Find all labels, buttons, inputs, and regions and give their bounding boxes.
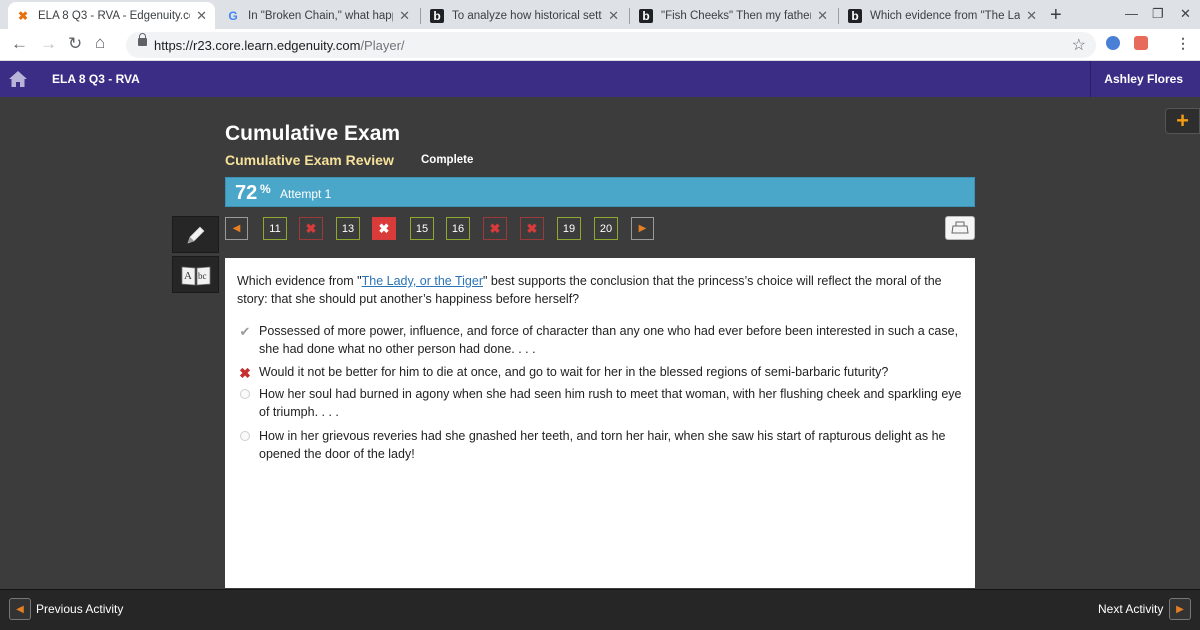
printer-icon	[951, 221, 969, 234]
browser-tab-edgenuity[interactable]: ✖ ELA 8 Q3 - RVA - Edgenuity.com ✕	[8, 2, 215, 29]
tab-separator	[629, 8, 630, 24]
browser-tab-brainly-3[interactable]: b Which evidence from "The Lady, ✕	[840, 2, 1045, 29]
x-icon: ✖	[239, 365, 251, 381]
question-nav-item[interactable]: ✖	[299, 217, 323, 240]
next-activity-button[interactable]: ▶	[1169, 598, 1191, 620]
attempt-label: Attempt 1	[280, 187, 332, 201]
back-icon[interactable]: ←	[11, 34, 28, 54]
answer-text: Possessed of more power, influence, and …	[259, 324, 959, 356]
tab-title: ELA 8 Q3 - RVA - Edgenuity.com	[38, 9, 191, 22]
question-nav-item[interactable]: 19	[557, 217, 581, 240]
home-button[interactable]	[0, 61, 36, 97]
svg-text:bc: bc	[198, 271, 207, 281]
tab-separator	[420, 8, 421, 24]
user-name[interactable]: Ashley Flores	[1104, 72, 1183, 86]
question-nav-item[interactable]: 16	[446, 217, 470, 240]
minimize-icon[interactable]: —	[1125, 6, 1138, 21]
activity-footer: ◀ Previous Activity Next Activity ▶	[0, 589, 1200, 630]
browser-toolbar: ← → ↻ ⌂ https://r23.core.learn.edgenuity…	[0, 29, 1200, 61]
extension-icon[interactable]	[1106, 36, 1120, 50]
question-prompt: Which evidence from "The Lady, or the Ti…	[237, 272, 967, 308]
answer-choice[interactable]: How in her grievous reveries had she gna…	[237, 427, 967, 463]
new-tab-icon[interactable]: +	[1050, 4, 1062, 27]
question-nav-item[interactable]: 15	[410, 217, 434, 240]
tab-title: Which evidence from "The Lady,	[870, 9, 1021, 22]
address-bar[interactable]: https://r23.core.learn.edgenuity.com/Pla…	[126, 32, 1096, 58]
course-title: ELA 8 Q3 - RVA	[52, 72, 140, 86]
answer-text: How her soul had burned in agony when sh…	[259, 387, 962, 419]
triangle-right-icon: ▶	[1176, 603, 1184, 615]
tab-title: "Fish Cheeks" Then my father p	[661, 9, 812, 22]
window-close-icon[interactable]: ✕	[1180, 6, 1191, 22]
restore-icon[interactable]: ❐	[1152, 6, 1164, 22]
radio-icon[interactable]	[240, 431, 250, 441]
question-nav-item[interactable]: ✖	[483, 217, 507, 240]
forward-icon[interactable]: →	[40, 34, 57, 54]
browser-menu-icon[interactable]: ⋮	[1176, 35, 1190, 52]
check-icon: ✔	[239, 324, 251, 339]
question-nav-item[interactable]: 11	[263, 217, 287, 240]
extension-icon[interactable]	[1134, 36, 1148, 50]
tab-title: To analyze how historical settin	[452, 9, 603, 22]
question-nav-item-current[interactable]: ✖	[372, 217, 396, 240]
activity-status: Complete	[421, 154, 474, 166]
google-g-icon: G	[228, 8, 238, 23]
bookmark-star-icon[interactable]: ☆	[1072, 35, 1086, 55]
activity-subtitle: Cumulative Exam Review	[225, 152, 394, 168]
edgenuity-x-icon: ✖	[17, 8, 29, 23]
print-button[interactable]	[945, 216, 975, 240]
reload-icon[interactable]: ↻	[68, 34, 82, 54]
home-icon	[9, 71, 27, 87]
previous-activity-label[interactable]: Previous Activity	[36, 602, 123, 616]
next-activity-label[interactable]: Next Activity	[1098, 602, 1163, 616]
browser-tab-strip: ✖ ELA 8 Q3 - RVA - Edgenuity.com ✕ G In …	[0, 0, 1200, 29]
pencil-tool-button[interactable]	[172, 216, 219, 253]
close-icon[interactable]: ✕	[196, 8, 207, 24]
dictionary-tool-button[interactable]: A bc	[172, 256, 219, 293]
radio-icon[interactable]	[240, 389, 250, 399]
close-icon[interactable]: ✕	[1026, 8, 1037, 24]
dictionary-book-icon: A bc	[181, 266, 210, 285]
question-nav-item[interactable]: ✖	[520, 217, 544, 240]
score-bar: 72 % Attempt 1	[225, 177, 975, 207]
brainly-icon: b	[639, 8, 653, 23]
close-icon[interactable]: ✕	[399, 8, 410, 24]
answer-choice[interactable]: ✔ Possessed of more power, influence, an…	[237, 322, 967, 358]
svg-text:A: A	[184, 270, 192, 282]
answer-choice[interactable]: ✖ Would it not be better for him to die …	[237, 363, 967, 381]
lock-icon	[138, 33, 147, 46]
url-path: /Player/	[360, 38, 405, 53]
url-text: https://r23.core.learn.edgenuity.com/Pla…	[154, 38, 405, 53]
browser-tab-brainly-1[interactable]: b To analyze how historical settin ✕	[422, 2, 627, 29]
answer-text: Would it not be better for him to die at…	[259, 365, 889, 379]
triangle-left-icon: ◀	[16, 603, 24, 615]
answer-choice[interactable]: How her soul had burned in agony when sh…	[237, 385, 967, 421]
question-nav-item[interactable]: 20	[594, 217, 618, 240]
score-unit: %	[260, 182, 271, 196]
close-icon[interactable]: ✕	[817, 8, 828, 24]
close-icon[interactable]: ✕	[608, 8, 619, 24]
previous-question-button[interactable]: ◀	[225, 217, 248, 240]
brainly-icon: b	[848, 8, 862, 23]
tab-separator	[838, 8, 839, 24]
story-link[interactable]: The Lady, or the Tiger	[362, 274, 483, 288]
score-value: 72	[235, 182, 258, 204]
home-icon[interactable]: ⌂	[95, 33, 105, 53]
browser-tab-brainly-2[interactable]: b "Fish Cheeks" Then my father p ✕	[631, 2, 836, 29]
add-icon[interactable]: +	[1165, 108, 1200, 134]
tab-title: In "Broken Chain," what happen	[248, 9, 393, 22]
next-question-button[interactable]: ▶	[631, 217, 654, 240]
brainly-icon: b	[430, 8, 444, 23]
pencil-icon	[187, 226, 204, 243]
page-title: Cumulative Exam	[225, 122, 401, 145]
prompt-text: Which evidence from "	[237, 274, 362, 288]
url-host: https://r23.core.learn.edgenuity.com	[154, 38, 361, 53]
question-panel: Which evidence from "The Lady, or the Ti…	[225, 258, 975, 588]
header-divider	[1090, 61, 1091, 97]
answer-text: How in her grievous reveries had she gna…	[259, 429, 946, 461]
question-nav-item[interactable]: 13	[336, 217, 360, 240]
app-header: ELA 8 Q3 - RVA Ashley Flores	[0, 61, 1200, 97]
previous-activity-button[interactable]: ◀	[9, 598, 31, 620]
browser-tab-google[interactable]: G In "Broken Chain," what happen ✕	[218, 2, 418, 29]
